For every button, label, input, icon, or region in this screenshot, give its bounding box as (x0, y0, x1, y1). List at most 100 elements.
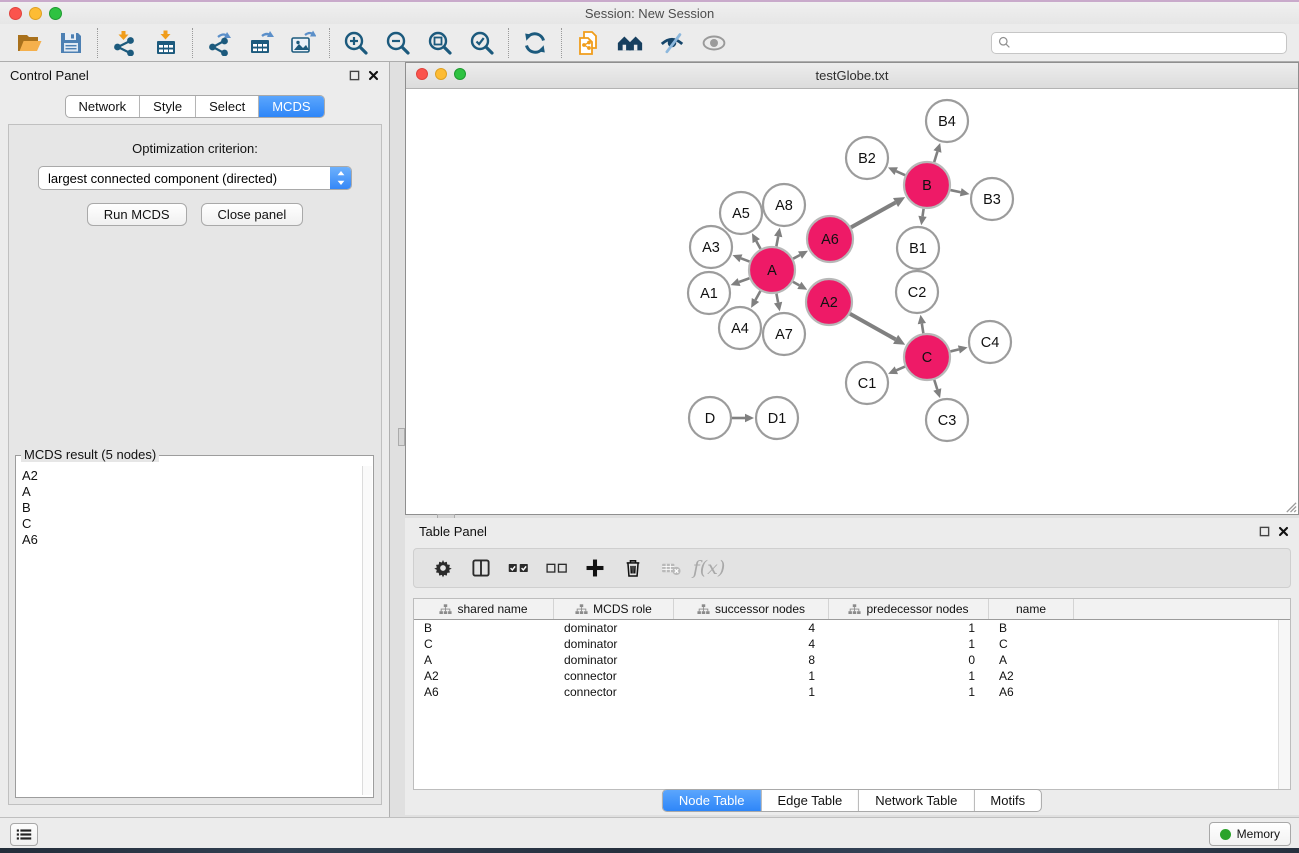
graph-node-A2[interactable]: A2 (806, 279, 852, 325)
network-files-button[interactable] (567, 26, 609, 60)
graph-edge-C-C4[interactable] (950, 349, 959, 351)
column-header-shared-name[interactable]: shared name (414, 599, 554, 619)
tab-network[interactable]: Network (65, 96, 139, 117)
tab-mcds[interactable]: MCDS (258, 96, 323, 117)
graph-node-C2[interactable]: C2 (896, 271, 938, 313)
import-network-button[interactable] (103, 26, 145, 60)
splitter-handle-vertical[interactable] (398, 428, 405, 446)
search-input[interactable] (1015, 35, 1280, 50)
table-scrollbar[interactable] (1278, 620, 1290, 789)
column-header-name[interactable]: name (989, 599, 1074, 619)
graph-node-C3[interactable]: C3 (926, 399, 968, 441)
table-row-A[interactable]: Adominator80A (414, 652, 1278, 668)
table-row-A6[interactable]: A6connector11A6 (414, 684, 1278, 700)
graph-node-A1[interactable]: A1 (688, 272, 730, 314)
graph-edge-C-C2[interactable] (922, 324, 923, 334)
show-all-button[interactable] (693, 26, 735, 60)
export-image-button[interactable] (282, 26, 324, 60)
graph-edge-C-C3[interactable] (934, 380, 937, 390)
column-visibility-button[interactable] (466, 552, 496, 584)
zoom-selected-button[interactable] (461, 26, 503, 60)
graph-edge-B-B1[interactable] (923, 209, 924, 217)
graph-edge-B-B3[interactable] (950, 190, 960, 192)
table-row-B[interactable]: Bdominator41B (414, 620, 1278, 636)
graph-edge-B-B2[interactable] (896, 171, 905, 175)
float-table-panel-icon[interactable] (1259, 526, 1270, 537)
close-window-button[interactable] (9, 7, 22, 20)
home-view-button[interactable] (609, 26, 651, 60)
close-panel-button[interactable]: Close panel (201, 203, 304, 226)
network-window-titlebar[interactable]: testGlobe.txt (406, 63, 1298, 89)
delete-columns-button[interactable] (618, 552, 648, 584)
open-file-button[interactable] (8, 26, 50, 60)
task-history-button[interactable] (10, 823, 38, 846)
network-minimize-button[interactable] (435, 68, 447, 80)
graph-node-A6[interactable]: A6 (807, 216, 853, 262)
graph-edge-A2-C[interactable] (850, 314, 896, 340)
settings-gear-button[interactable] (428, 552, 458, 584)
table-row-A2[interactable]: A2connector11A2 (414, 668, 1278, 684)
network-close-button[interactable] (416, 68, 428, 80)
graph-node-A8[interactable]: A8 (763, 184, 805, 226)
graph-node-C1[interactable]: C1 (846, 362, 888, 404)
close-table-panel-icon[interactable] (1278, 526, 1289, 537)
network-canvas[interactable]: B4B2BB3A5A8A6A3B1AA1C2A2A4A7C4CC1C3DD1 (406, 89, 1298, 514)
graph-node-A5[interactable]: A5 (720, 192, 762, 234)
tab-motifs[interactable]: Motifs (973, 790, 1041, 811)
graph-edge-B-B4[interactable] (934, 152, 937, 163)
criterion-dropdown[interactable]: largest connected component (directed) (38, 166, 352, 190)
graph-node-B3[interactable]: B3 (971, 178, 1013, 220)
graph-node-B2[interactable]: B2 (846, 137, 888, 179)
graph-node-B4[interactable]: B4 (926, 100, 968, 142)
zoom-window-button[interactable] (49, 7, 62, 20)
graph-node-B1[interactable]: B1 (897, 227, 939, 269)
tab-select[interactable]: Select (195, 96, 258, 117)
tab-network-table[interactable]: Network Table (858, 790, 973, 811)
tab-edge-table[interactable]: Edge Table (760, 790, 858, 811)
close-panel-icon[interactable] (368, 70, 379, 81)
graph-edge-A6-B[interactable] (851, 203, 896, 228)
graph-edge-A-A2[interactable] (793, 282, 799, 286)
export-table-button[interactable] (240, 26, 282, 60)
import-table-button[interactable] (145, 26, 187, 60)
export-network-button[interactable] (198, 26, 240, 60)
minimize-window-button[interactable] (29, 7, 42, 20)
refresh-view-button[interactable] (514, 26, 556, 60)
column-header-mcds-role[interactable]: MCDS role (554, 599, 674, 619)
save-session-button[interactable] (50, 26, 92, 60)
graph-node-D[interactable]: D (689, 397, 731, 439)
table-row-C[interactable]: Cdominator41C (414, 636, 1278, 652)
zoom-fit-button[interactable] (419, 26, 461, 60)
memory-button[interactable]: Memory (1209, 822, 1291, 846)
graph-edge-A-A7[interactable] (776, 294, 778, 303)
result-scrollbar[interactable] (362, 466, 372, 795)
mcds-result-item[interactable]: C (22, 516, 359, 532)
graph-edge-C-C1[interactable] (896, 367, 905, 371)
tab-node-table[interactable]: Node Table (663, 790, 761, 811)
network-zoom-button[interactable] (454, 68, 466, 80)
graph-edge-A-A5[interactable] (756, 241, 760, 249)
graph-edge-A-A1[interactable] (739, 278, 749, 282)
mcds-result-item[interactable]: B (22, 500, 359, 516)
graph-edge-A-A6[interactable] (793, 255, 800, 259)
resize-grip-icon[interactable] (1284, 500, 1297, 513)
mcds-result-item[interactable]: A (22, 484, 359, 500)
graph-node-A7[interactable]: A7 (763, 313, 805, 355)
zoom-in-button[interactable] (335, 26, 377, 60)
graph-node-A[interactable]: A (749, 247, 795, 293)
deselect-all-rows-button[interactable] (542, 552, 572, 584)
column-header-predecessor-nodes[interactable]: predecessor nodes (829, 599, 989, 619)
mcds-result-item[interactable]: A2 (22, 468, 359, 484)
tab-style[interactable]: Style (139, 96, 195, 117)
graph-node-A3[interactable]: A3 (690, 226, 732, 268)
graph-edge-A-A4[interactable] (755, 291, 760, 300)
select-all-rows-button[interactable] (504, 552, 534, 584)
column-header-successor-nodes[interactable]: successor nodes (674, 599, 829, 619)
graph-edge-A-A8[interactable] (776, 236, 778, 246)
search-field[interactable] (991, 32, 1287, 54)
add-column-button[interactable] (580, 552, 610, 584)
graph-node-A4[interactable]: A4 (719, 307, 761, 349)
hide-selected-button[interactable] (651, 26, 693, 60)
mcds-result-item[interactable]: A6 (22, 532, 359, 548)
zoom-out-button[interactable] (377, 26, 419, 60)
